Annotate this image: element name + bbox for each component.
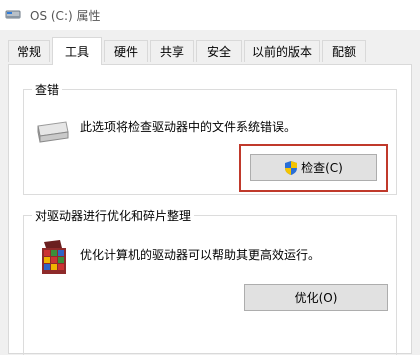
error-check-description: 此选项将检查驱动器中的文件系统错误。: [80, 120, 297, 134]
tab-tools[interactable]: 工具: [52, 37, 102, 65]
defrag-icon: [42, 240, 66, 274]
tab-sharing[interactable]: 共享: [150, 40, 194, 62]
window-title: OS (C:) 属性: [30, 9, 101, 23]
optimize-group: 对驱动器进行优化和碎片整理 优化计算机的驱动器可以帮助其更高效运行。 优化(O): [23, 207, 397, 355]
drive-title-icon: [5, 10, 21, 19]
title-bar: OS (C:) 属性: [0, 0, 420, 30]
tab-security[interactable]: 安全: [196, 40, 242, 62]
optimize-title: 对驱动器进行优化和碎片整理: [32, 207, 195, 224]
optimize-button[interactable]: 优化(O): [244, 284, 388, 311]
check-button-label: 检查(C): [301, 161, 343, 175]
optimize-description: 优化计算机的驱动器可以帮助其更高效运行。: [80, 248, 321, 262]
drive-icon: [37, 121, 69, 143]
error-check-title: 查错: [32, 81, 63, 98]
tab-bar: 常规 工具 硬件 共享 安全 以前的版本 配额: [0, 37, 420, 65]
tab-hardware[interactable]: 硬件: [104, 40, 148, 62]
check-button[interactable]: 检查(C): [250, 154, 377, 181]
check-button-highlight: 检查(C): [239, 144, 388, 192]
tab-quota[interactable]: 配额: [322, 40, 366, 62]
tools-panel: 查错 此选项将检查驱动器中的文件系统错误。 检查(C) 对驱动器进行优化和碎片整…: [8, 64, 412, 355]
tab-general[interactable]: 常规: [8, 40, 50, 62]
uac-shield-icon: [285, 160, 298, 175]
tab-previous-versions[interactable]: 以前的版本: [244, 40, 320, 62]
